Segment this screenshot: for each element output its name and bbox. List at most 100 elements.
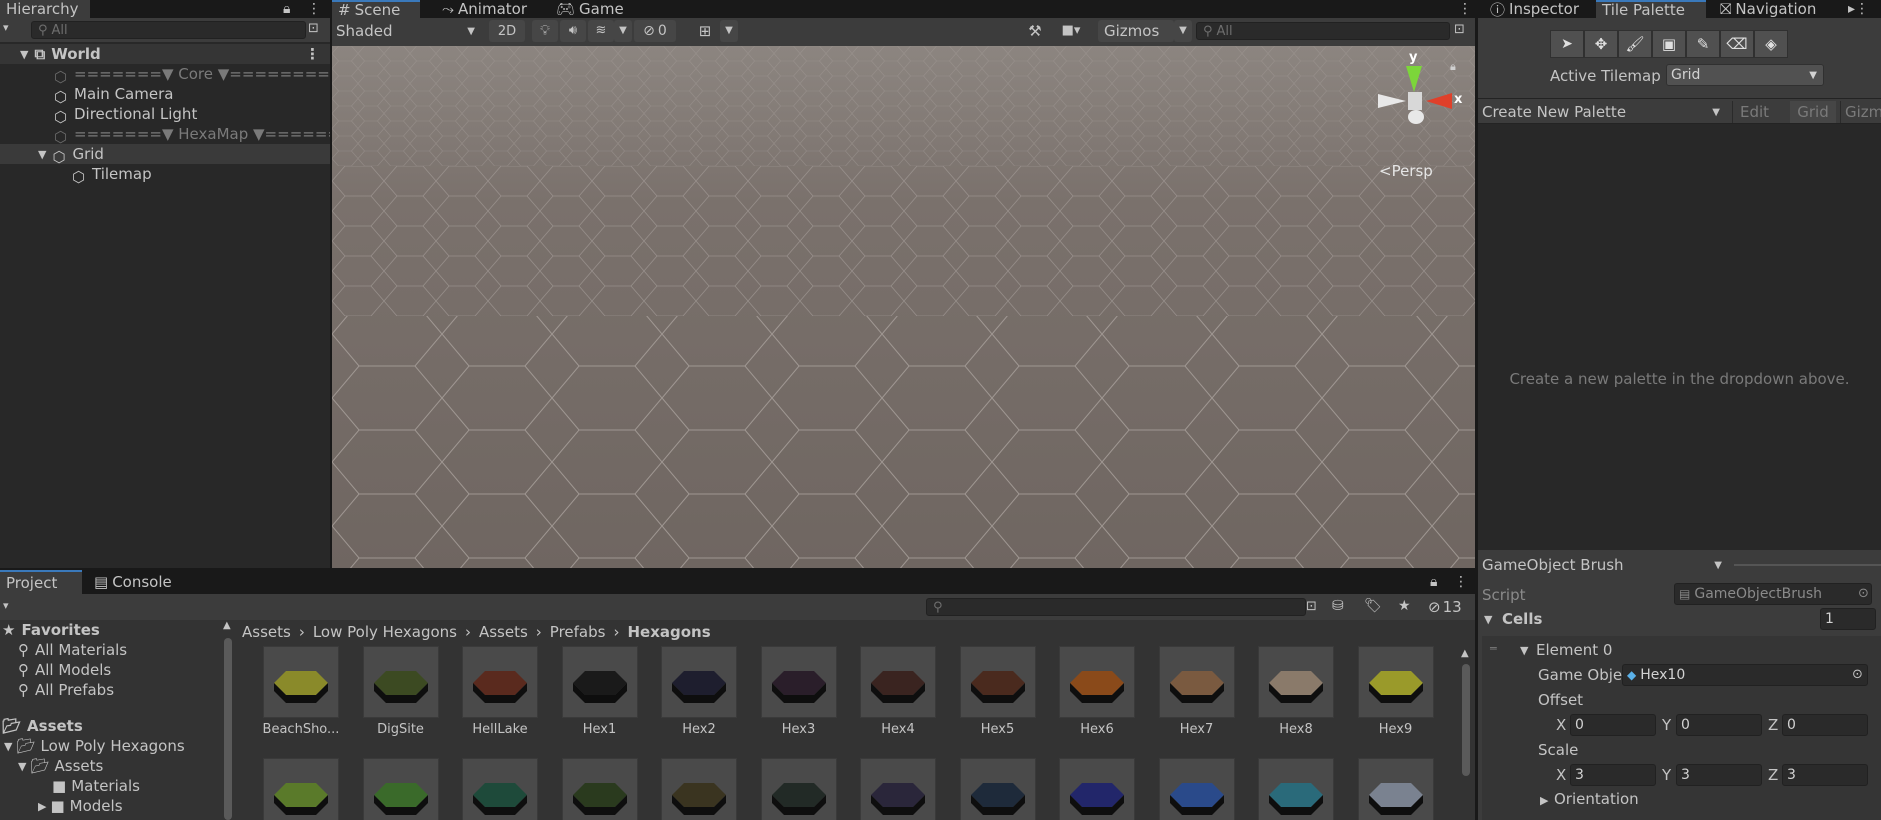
- box-fill-tool-button[interactable]: ▣: [1652, 30, 1686, 58]
- hierarchy-item-directional-light[interactable]: ⬡ Directional Light: [0, 104, 330, 126]
- splitter-handle[interactable]: [1734, 564, 1881, 566]
- eraser-tool-button[interactable]: ⌫: [1720, 30, 1754, 58]
- asset-item[interactable]: Hex3: [758, 646, 840, 737]
- gizmos-button[interactable]: Gizmos: [1098, 20, 1174, 42]
- grid-toggle-button[interactable]: Grid: [1790, 101, 1836, 123]
- object-picker-icon[interactable]: ⊙: [1852, 667, 1863, 682]
- effects-dropdown-icon[interactable]: ▼: [614, 20, 632, 42]
- asset-item[interactable]: [857, 758, 939, 820]
- tab-tile-palette[interactable]: Tile Palette: [1596, 0, 1706, 19]
- create-dropdown-icon[interactable]: ▾: [3, 599, 9, 612]
- scale-z-input[interactable]: 3: [1782, 764, 1868, 786]
- asset-item[interactable]: HellLake: [459, 646, 541, 737]
- element-expand-icon[interactable]: ▼: [1520, 644, 1528, 657]
- palette-dropdown[interactable]: Create New Palette ▼: [1482, 101, 1726, 123]
- expand-arrow-icon[interactable]: ▼: [4, 740, 12, 753]
- gizmo-y-cone[interactable]: [1406, 66, 1422, 92]
- lock-icon[interactable]: 🔒︎: [1430, 570, 1437, 594]
- asset-item[interactable]: [260, 758, 342, 820]
- asset-item[interactable]: Hex8: [1255, 646, 1337, 737]
- gizmo-neg-x-cone[interactable]: [1378, 94, 1406, 108]
- scale-y-input[interactable]: 3: [1676, 764, 1762, 786]
- offset-z-input[interactable]: 0: [1782, 714, 1868, 736]
- asset-item[interactable]: Hex2: [658, 646, 740, 737]
- tab-project[interactable]: Project: [0, 570, 82, 594]
- search-options-icon[interactable]: ⊡: [1306, 599, 1317, 614]
- asset-item[interactable]: BeachSho...: [260, 646, 342, 737]
- hierarchy-item-grid[interactable]: ▼ ⬡ Grid: [0, 144, 330, 166]
- tab-scene[interactable]: # Scene: [332, 0, 420, 19]
- breadcrumb-item[interactable]: Prefabs: [550, 623, 606, 641]
- tab-navigation[interactable]: ⛝ Navigation: [1714, 0, 1822, 18]
- gizmo-x-cone[interactable]: [1426, 93, 1452, 109]
- asset-item[interactable]: Hex6: [1056, 646, 1138, 737]
- asset-item[interactable]: Hex7: [1156, 646, 1238, 737]
- expand-arrow-icon[interactable]: ▼: [20, 48, 28, 61]
- effects-toggle-button[interactable]: ≋: [588, 20, 614, 42]
- offset-x-input[interactable]: 0: [1570, 714, 1656, 736]
- audio-toggle-button[interactable]: 🔊︎: [560, 20, 586, 42]
- asset-item[interactable]: [957, 758, 1039, 820]
- asset-item[interactable]: [559, 758, 641, 820]
- grid-snap-dropdown-icon[interactable]: ▼: [720, 20, 738, 42]
- scale-x-input[interactable]: 3: [1570, 764, 1656, 786]
- toggle-2d-button[interactable]: 2D: [489, 20, 525, 42]
- grid-scrollbar[interactable]: [1462, 664, 1470, 776]
- gizmo-center-cube[interactable]: [1408, 92, 1422, 110]
- folder-models[interactable]: ▶ ■ Models: [0, 796, 236, 816]
- gizmos-toggle-button[interactable]: Gizmo: [1840, 101, 1881, 123]
- target-icon[interactable]: ⊙: [1858, 586, 1869, 601]
- cells-size-input[interactable]: 1: [1820, 608, 1876, 630]
- folder-assets[interactable]: ▼ 📂︎ Assets: [0, 756, 236, 776]
- favorites-header[interactable]: ★ Favorites: [0, 620, 236, 640]
- move-tool-button[interactable]: ✥: [1584, 30, 1618, 58]
- projection-toggle[interactable]: <Persp: [1379, 162, 1433, 180]
- assets-root[interactable]: 📂︎ Assets: [0, 716, 236, 736]
- tab-inspector[interactable]: ⓘ Inspector: [1484, 0, 1585, 19]
- hierarchy-item-tilemap[interactable]: ⬡ Tilemap: [0, 164, 330, 186]
- more-tabs-icon[interactable]: ▸⋮: [1848, 0, 1869, 18]
- asset-item[interactable]: Hex5: [957, 646, 1039, 737]
- tools-button[interactable]: ⚒: [1022, 20, 1048, 42]
- favorite-all-materials[interactable]: ⚲ All Materials: [0, 640, 236, 660]
- asset-item[interactable]: [658, 758, 740, 820]
- folder-low-poly-hexagons[interactable]: ▼ 📂︎ Low Poly Hexagons: [0, 736, 236, 756]
- scroll-up-arrow-icon[interactable]: ▲: [1461, 648, 1469, 659]
- expand-arrow-icon[interactable]: ▼: [18, 760, 26, 773]
- hidden-objects-button[interactable]: ⊘ 0: [634, 20, 676, 42]
- tab-console[interactable]: ▤ Console: [88, 570, 178, 594]
- cells-expand-icon[interactable]: ▼: [1484, 613, 1492, 626]
- tab-animator[interactable]: ⤳ Animator: [436, 0, 533, 18]
- folder-materials[interactable]: ■ Materials: [0, 776, 236, 796]
- filter-by-label-icon[interactable]: 🏷︎: [1364, 598, 1382, 614]
- scene-search-input[interactable]: ⚲ All: [1196, 22, 1450, 40]
- fill-tool-button[interactable]: ◈: [1754, 30, 1788, 58]
- asset-item[interactable]: [360, 758, 442, 820]
- lighting-toggle-button[interactable]: 💡︎: [532, 20, 558, 42]
- kebab-menu-icon[interactable]: ⋮: [1454, 570, 1468, 594]
- drag-handle-icon[interactable]: ═: [1490, 642, 1497, 655]
- hierarchy-item-hexamap-separator[interactable]: ⬡ =======▼ HexaMap ▼=======: [0, 124, 330, 146]
- edit-palette-button[interactable]: Edit: [1732, 101, 1776, 123]
- search-options-icon[interactable]: ⊡: [1454, 22, 1465, 37]
- scene-viewport[interactable]: y x 🔒︎ <Persp: [332, 46, 1475, 568]
- game-object-field[interactable]: ◆ Hex10: [1622, 664, 1868, 686]
- asset-item[interactable]: Hex1: [559, 646, 641, 737]
- scene-menu-icon[interactable]: ⋮: [305, 45, 320, 63]
- camera-dropdown[interactable]: ■▾: [1052, 20, 1090, 42]
- hierarchy-item-main-camera[interactable]: ⬡ Main Camera: [0, 84, 330, 106]
- asset-item[interactable]: [758, 758, 840, 820]
- active-tilemap-dropdown[interactable]: Grid ▼: [1666, 64, 1824, 86]
- gizmo-neg-y-cone[interactable]: [1408, 110, 1424, 124]
- picker-tool-button[interactable]: ✎: [1686, 30, 1720, 58]
- paint-tool-button[interactable]: 🖌︎: [1618, 30, 1652, 58]
- breadcrumb-item-current[interactable]: Hexagons: [627, 623, 710, 641]
- gizmo-lock-icon[interactable]: 🔒︎: [1450, 60, 1456, 74]
- asset-item[interactable]: [1156, 758, 1238, 820]
- shading-mode-dropdown[interactable]: Shaded ▼: [336, 20, 481, 42]
- sidebar-scrollbar[interactable]: [224, 638, 232, 820]
- gizmos-dropdown-icon[interactable]: ▼: [1174, 20, 1192, 42]
- asset-item[interactable]: [1255, 758, 1337, 820]
- offset-y-input[interactable]: 0: [1676, 714, 1762, 736]
- breadcrumb-item[interactable]: Low Poly Hexagons: [313, 623, 457, 641]
